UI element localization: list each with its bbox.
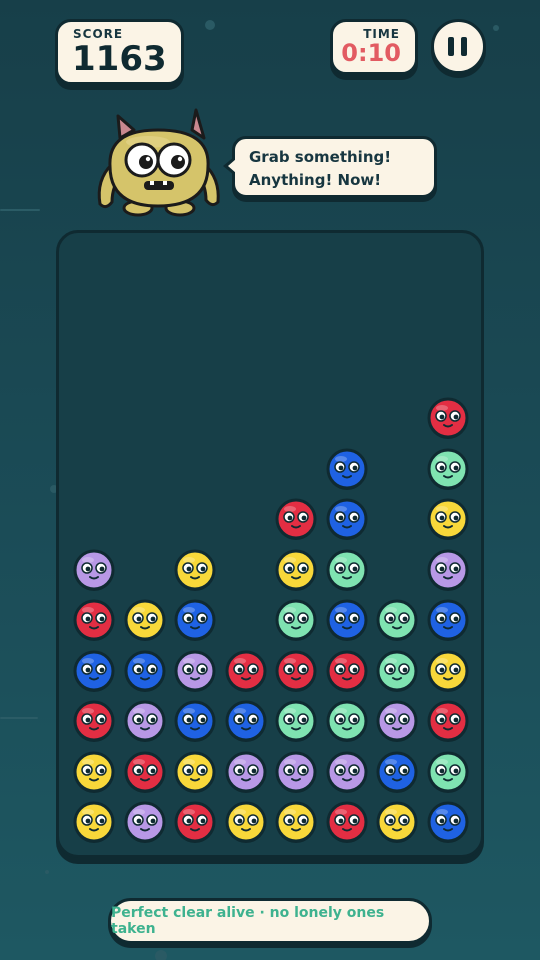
background-dot [45, 870, 49, 874]
blob-piece-red[interactable] [72, 699, 116, 743]
time-value: 0:10 [341, 39, 401, 67]
monster-icon [97, 108, 220, 217]
blob-piece-purple[interactable] [123, 800, 167, 844]
blob-piece-green[interactable] [426, 750, 470, 794]
blob-piece-red[interactable] [224, 649, 268, 693]
blob-piece-purple[interactable] [325, 750, 369, 794]
speech-line-2: Anything! Now! [249, 171, 382, 189]
blob-piece-purple[interactable] [173, 649, 217, 693]
blob-piece-blue[interactable] [325, 447, 369, 491]
blob-piece-green[interactable] [274, 699, 318, 743]
blob-piece-red[interactable] [426, 699, 470, 743]
blob-piece-red[interactable] [325, 800, 369, 844]
blob-piece-blue[interactable] [173, 598, 217, 642]
blob-piece-green[interactable] [325, 548, 369, 592]
blob-piece-red[interactable] [274, 649, 318, 693]
blob-piece-red[interactable] [274, 497, 318, 541]
blob-piece-yellow[interactable] [274, 800, 318, 844]
blob-piece-green[interactable] [426, 447, 470, 491]
blob-piece-red[interactable] [123, 750, 167, 794]
game-board [56, 230, 484, 858]
score-card: SCORE 1163 [55, 19, 184, 85]
blob-piece-blue[interactable] [72, 649, 116, 693]
background-dot [205, 20, 215, 30]
background-line [0, 717, 38, 719]
blob-piece-purple[interactable] [123, 699, 167, 743]
speech-line-1: Grab something! [249, 148, 392, 166]
blob-piece-green[interactable] [375, 598, 419, 642]
blob-piece-purple[interactable] [375, 699, 419, 743]
blob-piece-yellow[interactable] [72, 750, 116, 794]
blob-piece-yellow[interactable] [426, 649, 470, 693]
status-text: Perfect clear alive · no lonely ones tak… [111, 905, 385, 937]
blob-piece-blue[interactable] [325, 497, 369, 541]
blob-piece-red[interactable] [426, 396, 470, 440]
background-line [0, 209, 40, 211]
blob-piece-blue[interactable] [123, 649, 167, 693]
blob-piece-purple[interactable] [274, 750, 318, 794]
blob-piece-yellow[interactable] [123, 598, 167, 642]
blob-piece-blue[interactable] [426, 598, 470, 642]
score-value: 1163 [72, 39, 167, 79]
blob-piece-yellow[interactable] [224, 800, 268, 844]
pause-button[interactable] [431, 19, 486, 74]
blob-piece-blue[interactable] [224, 699, 268, 743]
blob-piece-red[interactable] [173, 800, 217, 844]
blob-piece-yellow[interactable] [173, 548, 217, 592]
blob-piece-purple[interactable] [72, 548, 116, 592]
blob-piece-blue[interactable] [426, 800, 470, 844]
blob-piece-red[interactable] [72, 598, 116, 642]
blob-piece-red[interactable] [325, 649, 369, 693]
blob-piece-purple[interactable] [224, 750, 268, 794]
status-pill: Perfect clear alive · no lonely ones tak… [108, 898, 432, 944]
blob-piece-yellow[interactable] [173, 750, 217, 794]
time-card: TIME 0:10 [330, 19, 418, 75]
blob-piece-blue[interactable] [375, 750, 419, 794]
background-dot [155, 950, 167, 960]
blob-piece-yellow[interactable] [426, 497, 470, 541]
blob-piece-blue[interactable] [325, 598, 369, 642]
blob-piece-green[interactable] [325, 699, 369, 743]
blob-piece-green[interactable] [375, 649, 419, 693]
blob-piece-yellow[interactable] [274, 548, 318, 592]
speech-bubble: Grab something! Anything! Now! [223, 136, 437, 198]
blob-piece-blue[interactable] [173, 699, 217, 743]
blob-piece-yellow[interactable] [375, 800, 419, 844]
blob-piece-green[interactable] [274, 598, 318, 642]
background-dot [493, 25, 499, 31]
blob-piece-yellow[interactable] [72, 800, 116, 844]
blob-piece-purple[interactable] [426, 548, 470, 592]
